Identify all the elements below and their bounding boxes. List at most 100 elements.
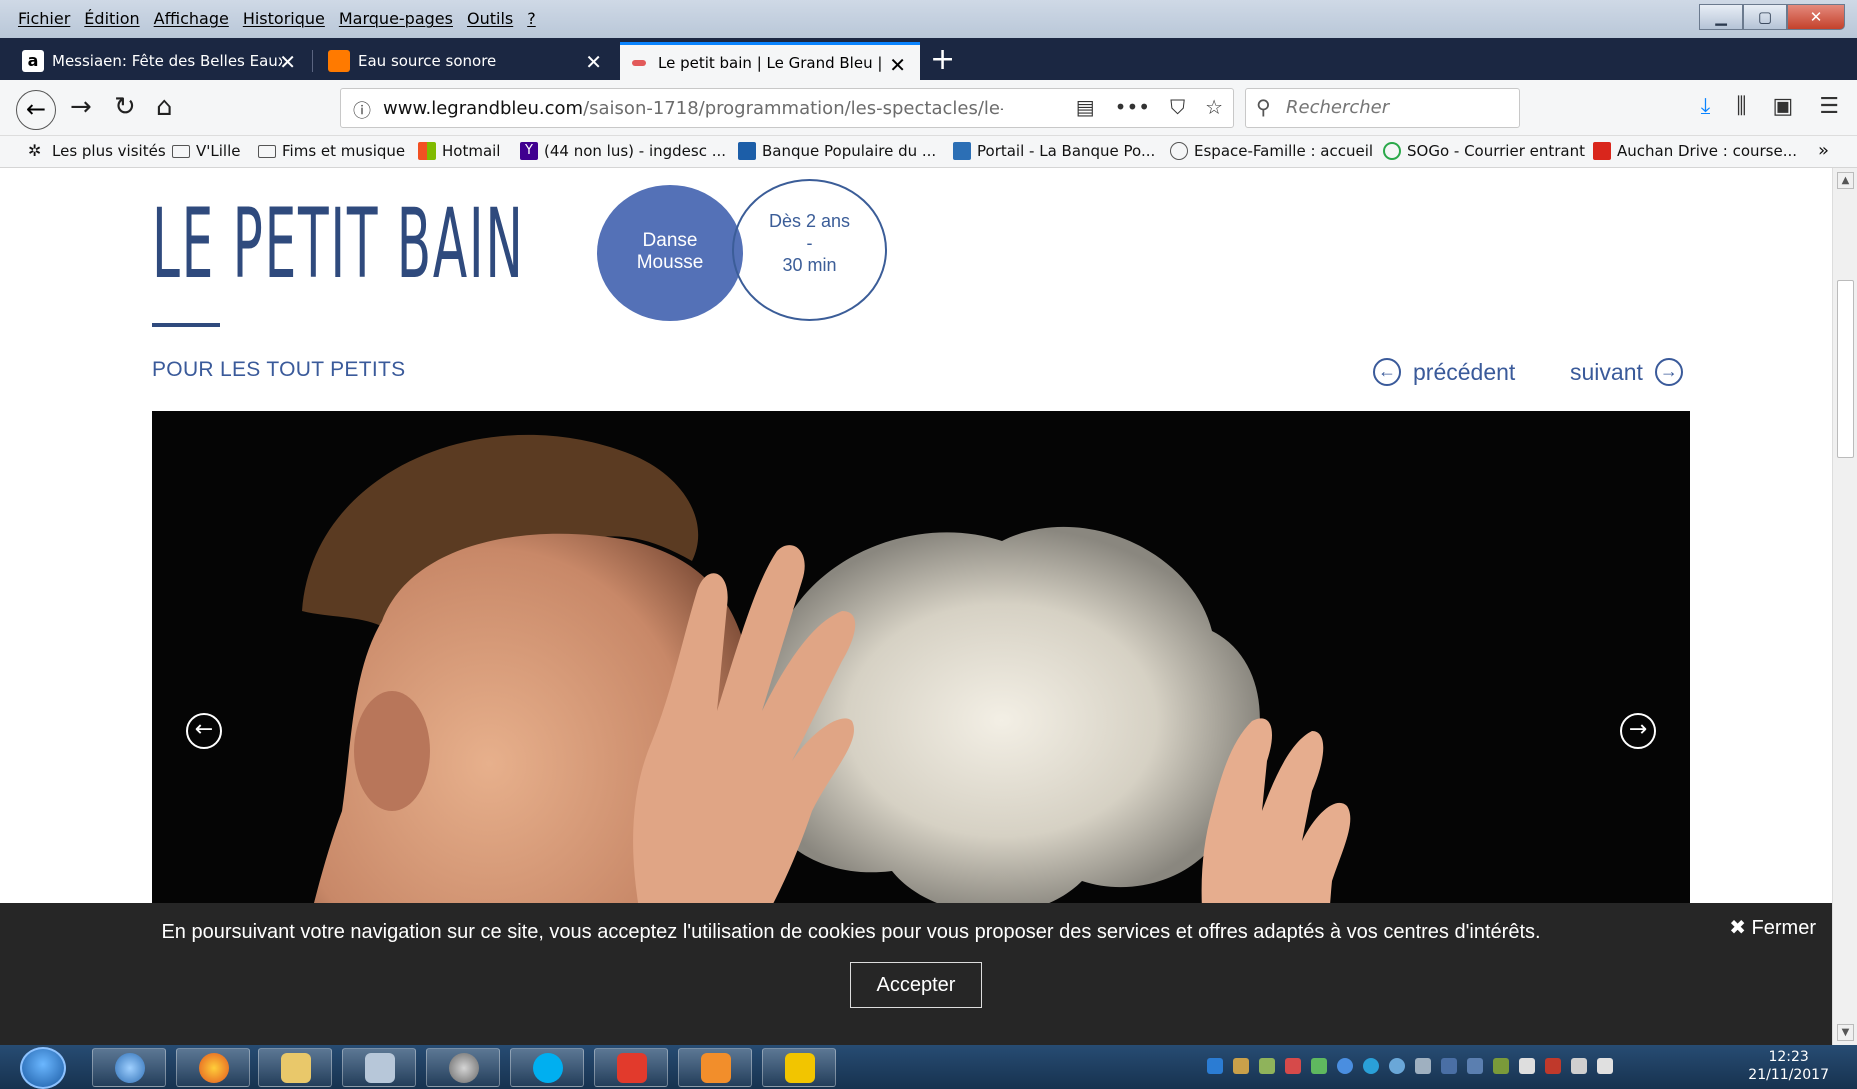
back-button[interactable]: ← (16, 90, 56, 130)
search-input[interactable] (1286, 97, 1506, 118)
bookmark-portail-banque[interactable]: Portail - La Banque Po... (953, 142, 1155, 160)
taskbar-app-impress[interactable] (678, 1048, 752, 1087)
close-icon: ✖ (1729, 917, 1746, 939)
menu-outils[interactable]: Outils (467, 9, 513, 28)
bookmark-most-visited[interactable]: ✲ Les plus visités (28, 142, 166, 161)
bookmark-star-icon[interactable]: ☆ (1205, 95, 1223, 119)
tray-icon-9[interactable] (1415, 1058, 1431, 1074)
scroll-thumb[interactable] (1837, 280, 1854, 458)
forward-button[interactable]: → (70, 92, 92, 122)
page-actions-icon[interactable]: ••• (1115, 95, 1150, 119)
bookmark-label: Banque Populaire du ... (762, 142, 937, 160)
folder-icon (172, 144, 190, 158)
orange-icon (328, 50, 350, 72)
clock-date: 21/11/2017 (1748, 1067, 1829, 1083)
download-icon[interactable]: ⤓ (1701, 94, 1711, 119)
bookmark-sogo[interactable]: SOGo - Courrier entrant (1383, 142, 1585, 160)
bookmark-auchan[interactable]: Auchan Drive : course... (1593, 142, 1797, 160)
bookmark-espace-famille[interactable]: Espace-Famille : accueil (1170, 142, 1373, 160)
yahoo-icon: Y (520, 142, 538, 160)
url-text[interactable]: www.legrandbleu.com/saison-1718/programm… (383, 98, 1003, 119)
carousel-prev-button[interactable]: ← (186, 713, 222, 749)
hamburger-menu-icon[interactable]: ☰ (1819, 94, 1839, 119)
taskbar-app-mail[interactable] (92, 1048, 166, 1087)
start-button[interactable] (20, 1047, 66, 1089)
system-clock[interactable]: 12:23 21/11/2017 (1748, 1048, 1829, 1084)
bank-icon (738, 142, 756, 160)
tray-icon-11[interactable] (1545, 1058, 1561, 1074)
minimize-button[interactable]: ▁ (1699, 4, 1743, 30)
tray-icon-5[interactable] (1311, 1058, 1327, 1074)
menu-aide[interactable]: ? (527, 9, 536, 28)
menu-historique[interactable]: Historique (243, 9, 325, 28)
page-scrollbar[interactable]: ▲ ▼ (1832, 168, 1857, 1045)
taskbar-app-pdf[interactable] (762, 1048, 836, 1087)
bookmark-label: V'Lille (196, 142, 241, 160)
tray-icon-6[interactable] (1337, 1058, 1353, 1074)
taskbar-app-calculator[interactable] (342, 1048, 416, 1087)
accept-cookies-button[interactable]: Accepter (850, 962, 982, 1008)
pdf-icon (785, 1053, 815, 1083)
tab-eau-source[interactable]: Eau source sonore ✕ (316, 42, 616, 80)
page-title: LE PETIT BAIN (152, 188, 525, 300)
sidebar-icon[interactable]: ▣ (1772, 94, 1793, 119)
taskbar-app-downloader[interactable] (594, 1048, 668, 1087)
skype-icon (533, 1053, 563, 1083)
page-content: LE PETIT BAIN Danse Mousse Dès 2 ans - 3… (0, 168, 1832, 1045)
pocket-icon[interactable]: ⛉ (1170, 95, 1185, 119)
scroll-down-icon[interactable]: ▼ (1837, 1024, 1854, 1041)
previous-link[interactable]: ← précédent (1373, 358, 1515, 386)
new-tab-button[interactable]: + (930, 42, 955, 77)
taskbar-app-globe[interactable] (426, 1048, 500, 1087)
maximize-button[interactable]: ▢ (1743, 4, 1787, 30)
folder-icon (258, 144, 276, 158)
close-window-button[interactable]: ✕ (1787, 4, 1845, 30)
power-icon[interactable] (1493, 1058, 1509, 1074)
menu-fichier[interactable]: Fichier (18, 9, 70, 28)
tray-icon-7[interactable] (1363, 1058, 1379, 1074)
tray-icon-8[interactable] (1389, 1058, 1405, 1074)
library-icon[interactable]: ⫼ (1736, 94, 1746, 119)
network-icon[interactable] (1571, 1058, 1587, 1074)
arrow-left-circle-icon: ← (1373, 358, 1401, 386)
taskbar-app-firefox[interactable] (176, 1048, 250, 1087)
home-button[interactable]: ⌂ (156, 92, 173, 122)
bookmark-yahoo-mail[interactable]: Y (44 non lus) - ingdesc ... (520, 142, 726, 160)
tab-messiaen[interactable]: a Messiaen: Fête des Belles Eaux ✕ (10, 42, 310, 80)
tray-icon-1[interactable] (1207, 1058, 1223, 1074)
cookie-close-button[interactable]: ✖ Fermer (1729, 915, 1816, 940)
bookmark-banque-populaire[interactable]: Banque Populaire du ... (738, 142, 936, 160)
reload-button[interactable]: ↻ (114, 92, 136, 122)
url-bar[interactable]: ⓘ www.legrandbleu.com/saison-1718/progra… (340, 88, 1234, 128)
search-box[interactable]: ⚲ (1245, 88, 1520, 128)
genre-sublabel: Mousse (636, 252, 704, 273)
reader-view-icon[interactable]: ▤ (1076, 95, 1095, 119)
bookmarks-overflow-icon[interactable]: » (1818, 140, 1829, 161)
menu-edition[interactable]: Édition (84, 9, 139, 28)
tab-le-petit-bain[interactable]: Le petit bain | Le Grand Bleu | Sp ✕ (620, 42, 920, 80)
tray-icon-10[interactable] (1441, 1058, 1457, 1074)
bookmark-films-musique[interactable]: Fims et musique (258, 142, 405, 160)
tray-icon-2[interactable] (1233, 1058, 1249, 1074)
volume-icon[interactable] (1597, 1058, 1613, 1074)
bluetooth-icon[interactable] (1467, 1058, 1483, 1074)
menu-affichage[interactable]: Affichage (154, 9, 229, 28)
close-tab-icon[interactable]: ✕ (585, 50, 602, 74)
flag-icon[interactable] (1519, 1058, 1535, 1074)
bookmark-vlille[interactable]: V'Lille (172, 142, 240, 160)
bookmark-label: Auchan Drive : course... (1617, 142, 1798, 160)
taskbar-app-explorer[interactable] (258, 1048, 332, 1087)
scroll-up-icon[interactable]: ▲ (1837, 172, 1854, 189)
taskbar-app-skype[interactable] (510, 1048, 584, 1087)
tray-icon-3[interactable] (1259, 1058, 1275, 1074)
url-path: /saison-1718/programmation/les-spectacle… (583, 98, 1003, 119)
cookie-close-label: Fermer (1751, 917, 1816, 939)
carousel-next-button[interactable]: → (1620, 713, 1656, 749)
bookmark-hotmail[interactable]: Hotmail (418, 142, 500, 160)
site-info-icon[interactable]: ⓘ (353, 97, 371, 123)
menu-marque-pages[interactable]: Marque-pages (339, 9, 453, 28)
close-tab-icon[interactable]: ✕ (889, 53, 906, 77)
next-link[interactable]: suivant → (1570, 358, 1683, 386)
close-tab-icon[interactable]: ✕ (279, 50, 296, 74)
tray-icon-4[interactable] (1285, 1058, 1301, 1074)
